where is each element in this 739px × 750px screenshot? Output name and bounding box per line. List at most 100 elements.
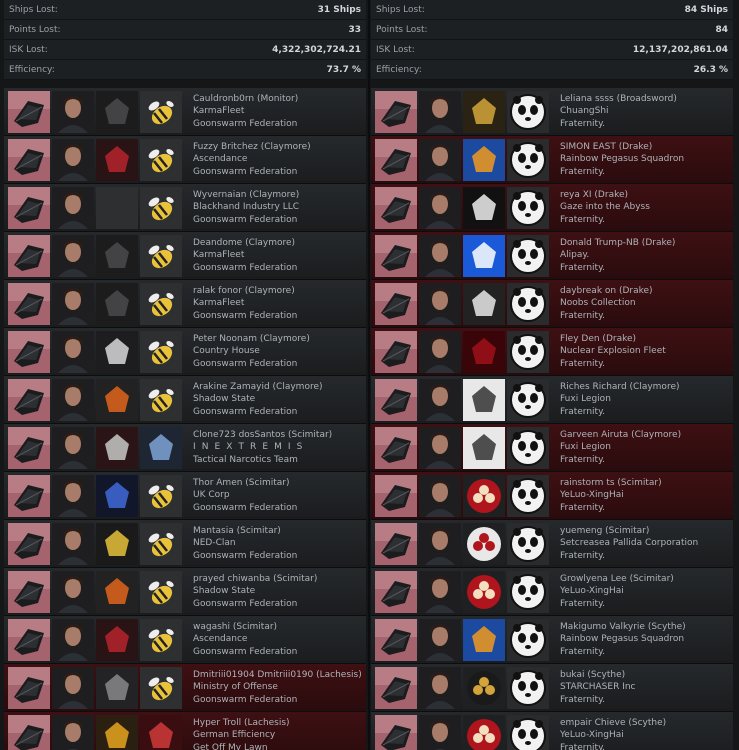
- lachesis-ship-icon[interactable]: [8, 714, 50, 750]
- loss-row[interactable]: Peter Noonam (Claymore) Country House Goon…: [4, 328, 366, 376]
- fraternity-panda-icon[interactable]: [507, 522, 549, 565]
- loss-row[interactable]: empair Chieve (Scythe) YeLuo-XingHai Frate…: [371, 712, 733, 750]
- alliance-link[interactable]: Goonswarm Federation: [193, 406, 323, 418]
- blue-wing-logo-icon[interactable]: [96, 474, 138, 517]
- pilot-portrait[interactable]: [419, 330, 461, 373]
- alliance-link[interactable]: Goonswarm Federation: [193, 310, 297, 322]
- pilot-name-link[interactable]: ralak fonor (Claymore): [193, 285, 297, 297]
- scimitar-ship-icon[interactable]: [375, 570, 417, 613]
- loss-row[interactable]: Leliana ssss (Broadsword) ChuangShi Frater…: [371, 88, 733, 136]
- corporation-link[interactable]: Fuxi Legion: [560, 393, 680, 405]
- pilot-name-link[interactable]: Leliana ssss (Broadsword): [560, 93, 677, 105]
- loss-row[interactable]: Dmitriii01904 Dmitriii0190 (Lachesis) Min…: [4, 664, 366, 712]
- corporation-link[interactable]: Ascendance: [193, 633, 297, 645]
- corporation-link[interactable]: NED-Clan: [193, 537, 297, 549]
- drake-ship-icon[interactable]: [375, 186, 417, 229]
- pilot-name-link[interactable]: SIMON EAST (Drake): [560, 141, 684, 153]
- pilot-portrait[interactable]: [419, 138, 461, 181]
- corporation-link[interactable]: Shadow State: [193, 393, 323, 405]
- gear-logo-icon[interactable]: [96, 714, 138, 750]
- fraternity-panda-icon[interactable]: [507, 186, 549, 229]
- pilot-name-link[interactable]: wagashi (Scimitar): [193, 621, 297, 633]
- alliance-link[interactable]: Fraternity.: [560, 742, 666, 750]
- pilot-portrait[interactable]: [52, 474, 94, 517]
- loss-row[interactable]: Deandome (Claymore) KarmaFleet Goonswarm F…: [4, 232, 366, 280]
- loss-row[interactable]: ralak fonor (Claymore) KarmaFleet Goonswar…: [4, 280, 366, 328]
- eagle-logo-icon[interactable]: [463, 282, 505, 325]
- corporation-link[interactable]: Nuclear Explosion Fleet: [560, 345, 666, 357]
- fuxi-logo-icon[interactable]: [463, 426, 505, 469]
- loss-row[interactable]: yuemeng (Scimitar) Setcreasea Pallida Cor…: [371, 520, 733, 568]
- griffin-logo-icon[interactable]: [463, 90, 505, 133]
- red-glow-logo-icon[interactable]: [463, 330, 505, 373]
- tnt-logo-icon[interactable]: [140, 426, 182, 469]
- goonswarm-bee-icon[interactable]: [140, 474, 182, 517]
- fraternity-panda-icon[interactable]: [507, 234, 549, 277]
- pilot-portrait[interactable]: [52, 378, 94, 421]
- pilot-name-link[interactable]: Donald Trump-NB (Drake): [560, 237, 675, 249]
- corporation-link[interactable]: Setcreasea Pallida Corporation: [560, 537, 698, 549]
- drake-ship-icon[interactable]: [375, 282, 417, 325]
- corporation-link[interactable]: ChuangShi: [560, 105, 677, 117]
- corporation-link[interactable]: Rainbow Pegasus Squadron: [560, 633, 686, 645]
- loss-row[interactable]: Riches Richard (Claymore) Fuxi Legion Frat…: [371, 376, 733, 424]
- pilot-portrait[interactable]: [52, 522, 94, 565]
- loss-row[interactable]: rainstorm ts (Scimitar) YeLuo-XingHai Frat…: [371, 472, 733, 520]
- star-logo-icon[interactable]: [463, 522, 505, 565]
- pilot-name-link[interactable]: rainstorm ts (Scimitar): [560, 477, 662, 489]
- alliance-link[interactable]: Fraternity.: [560, 502, 662, 514]
- loss-row[interactable]: Clone723 dosSantos (Scimitar) I N E X T R…: [4, 424, 366, 472]
- pilot-portrait[interactable]: [419, 714, 461, 750]
- starchaser-logo-icon[interactable]: [463, 666, 505, 709]
- alliance-link[interactable]: Goonswarm Federation: [193, 598, 317, 610]
- pilot-portrait[interactable]: [419, 282, 461, 325]
- claymore-ship-icon[interactable]: [8, 234, 50, 277]
- pilot-portrait[interactable]: [419, 618, 461, 661]
- alliance-link[interactable]: Fraternity.: [560, 214, 650, 226]
- scythe-ship-icon[interactable]: [375, 618, 417, 661]
- unicorn-logo-icon[interactable]: [96, 234, 138, 277]
- fraternity-panda-icon[interactable]: [507, 474, 549, 517]
- heart-logo-icon[interactable]: [96, 330, 138, 373]
- alliance-link[interactable]: Fraternity.: [560, 598, 674, 610]
- loss-row[interactable]: Arakine Zamayid (Claymore) Shadow State Go…: [4, 376, 366, 424]
- pilot-name-link[interactable]: Clone723 dosSantos (Scimitar): [193, 429, 332, 441]
- scimitar-ship-icon[interactable]: [375, 474, 417, 517]
- loss-row[interactable]: Wyvernaian (Claymore) Blackhand Industry …: [4, 184, 366, 232]
- pilot-portrait[interactable]: [419, 378, 461, 421]
- goonswarm-bee-icon[interactable]: [140, 282, 182, 325]
- alliance-link[interactable]: Fraternity.: [560, 358, 666, 370]
- alliance-link[interactable]: Fraternity.: [560, 166, 684, 178]
- ascendance-logo-icon[interactable]: [96, 618, 138, 661]
- pilot-name-link[interactable]: empair Chieve (Scythe): [560, 717, 666, 729]
- blank-logo-icon[interactable]: [96, 186, 138, 229]
- claymore-ship-icon[interactable]: [8, 282, 50, 325]
- helmet-logo-icon[interactable]: [140, 714, 182, 750]
- goonswarm-bee-icon[interactable]: [140, 522, 182, 565]
- scimitar-ship-icon[interactable]: [8, 426, 50, 469]
- fraternity-panda-icon[interactable]: [507, 618, 549, 661]
- clover-logo-icon[interactable]: [463, 474, 505, 517]
- alliance-link[interactable]: Goonswarm Federation: [193, 214, 299, 226]
- pilot-portrait[interactable]: [419, 90, 461, 133]
- drake-ship-icon[interactable]: [375, 138, 417, 181]
- goonswarm-bee-icon[interactable]: [140, 90, 182, 133]
- corporation-link[interactable]: Rainbow Pegasus Squadron: [560, 153, 684, 165]
- pilot-portrait[interactable]: [419, 426, 461, 469]
- scythe-ship-icon[interactable]: [375, 666, 417, 709]
- pilot-name-link[interactable]: Peter Noonam (Claymore): [193, 333, 310, 345]
- fraternity-panda-icon[interactable]: [507, 570, 549, 613]
- corporation-link[interactable]: Noobs Collection: [560, 297, 653, 309]
- fraternity-panda-icon[interactable]: [507, 666, 549, 709]
- fraternity-panda-icon[interactable]: [507, 282, 549, 325]
- scimitar-ship-icon[interactable]: [8, 570, 50, 613]
- skull-logo-icon[interactable]: [96, 426, 138, 469]
- pilot-portrait[interactable]: [52, 234, 94, 277]
- loss-row[interactable]: daybreak on (Drake) Noobs Collection Frate…: [371, 280, 733, 328]
- pilot-portrait[interactable]: [419, 234, 461, 277]
- pilot-name-link[interactable]: Hyper Troll (Lachesis): [193, 717, 290, 729]
- alliance-link[interactable]: Get Off My Lawn: [193, 742, 290, 750]
- drake-ship-icon[interactable]: [375, 330, 417, 373]
- alliance-link[interactable]: Fraternity.: [560, 406, 680, 418]
- pilot-name-link[interactable]: Cauldronb0rn (Monitor): [193, 93, 298, 105]
